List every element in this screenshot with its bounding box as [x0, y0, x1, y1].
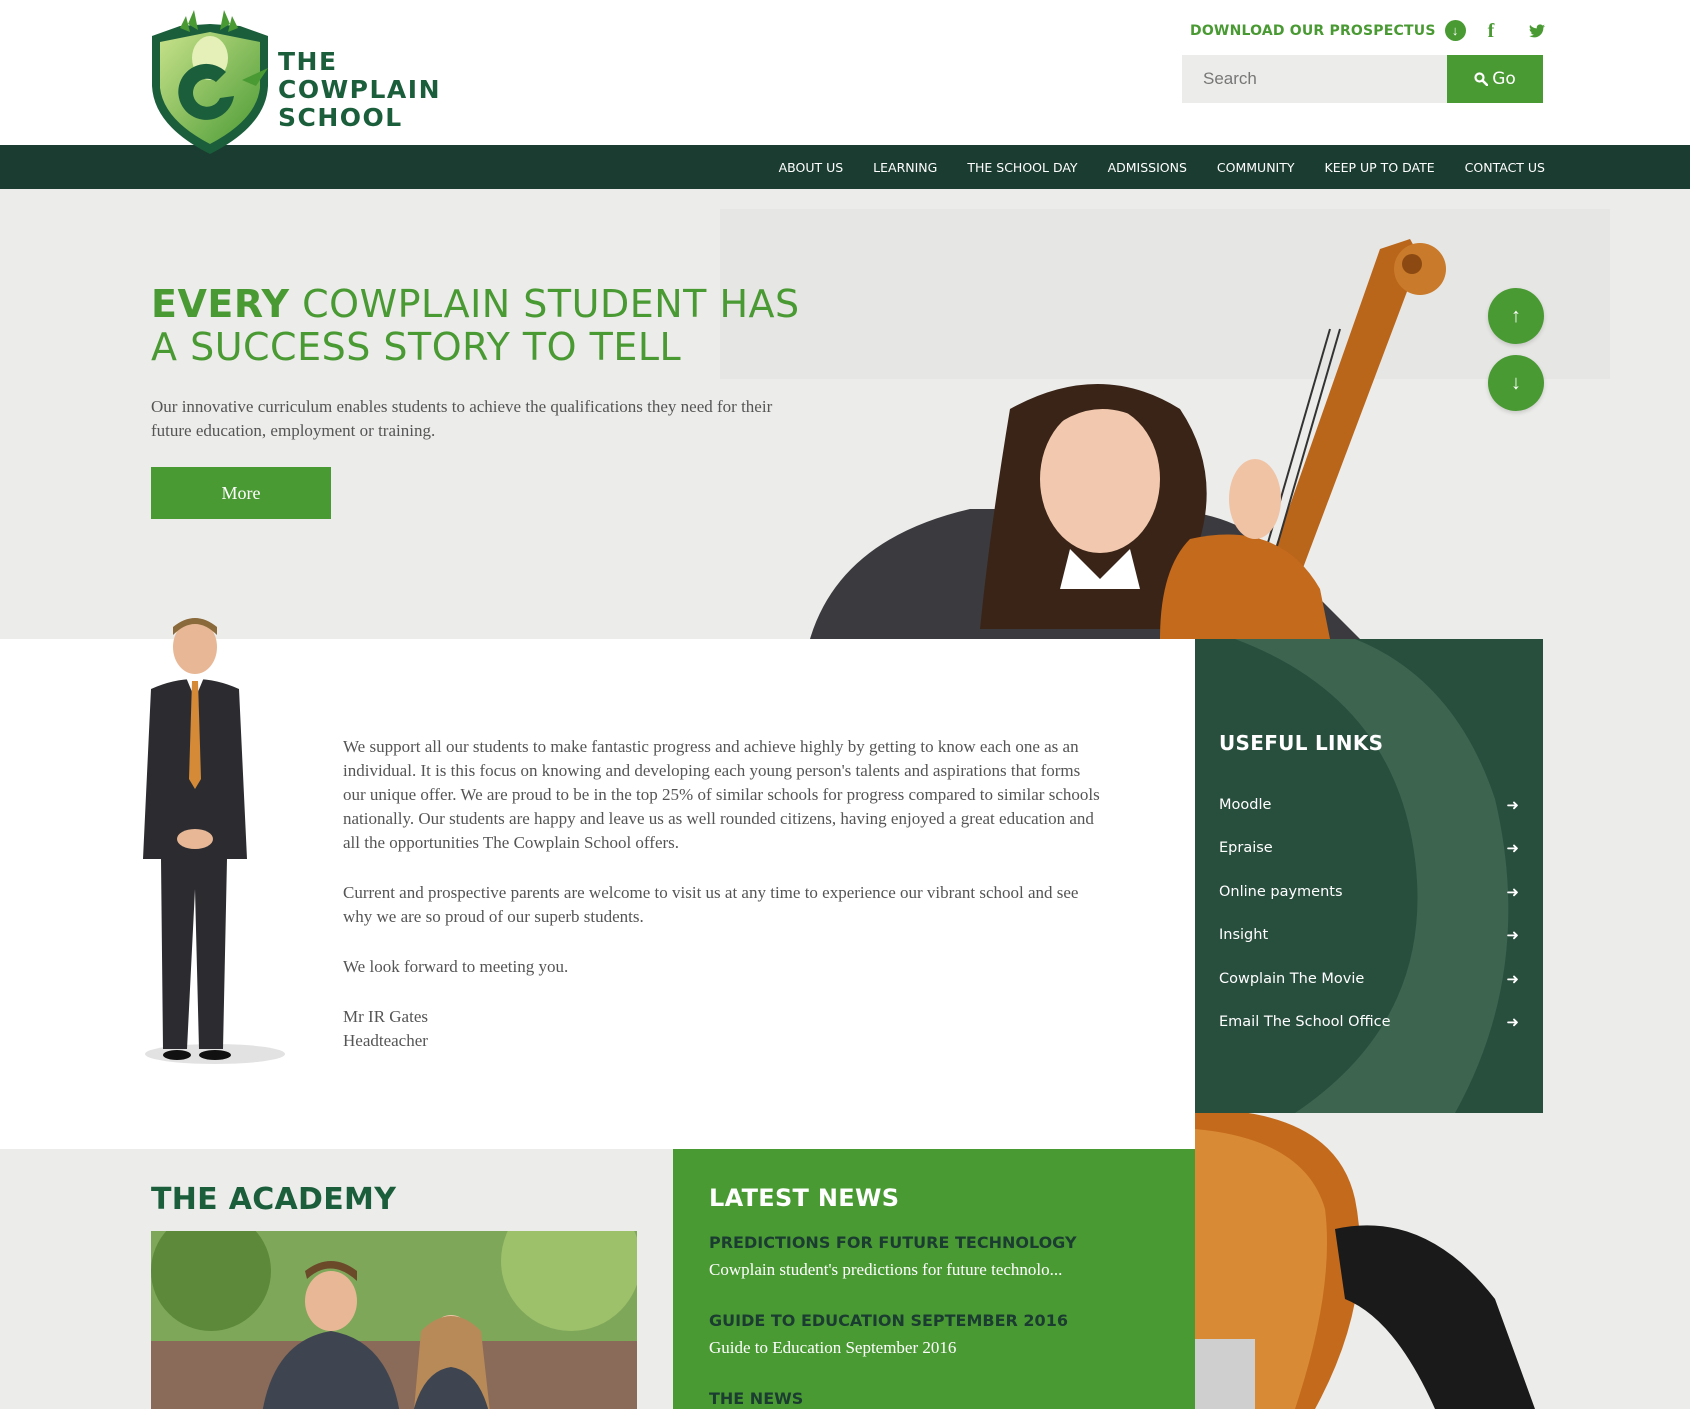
link-label: Email The School Office — [1219, 1014, 1391, 1031]
hero-more-button[interactable]: More — [151, 467, 331, 519]
link-moodle[interactable]: Moodle ➜ — [1219, 783, 1519, 827]
link-insight[interactable]: Insight ➜ — [1219, 914, 1519, 958]
twitter-bird-shape — [1529, 24, 1545, 38]
logo-line-1: THE — [278, 47, 338, 76]
nav-item-admissions[interactable]: ADMISSIONS — [1107, 160, 1188, 175]
slide-down-button[interactable]: ↓ — [1488, 355, 1544, 411]
useful-links-list: Moodle ➜ Epraise ➜ Online payments ➜ Ins… — [1219, 783, 1519, 1044]
facebook-icon[interactable]: f — [1480, 20, 1502, 42]
arrow-down-icon: ↓ — [1444, 20, 1466, 41]
link-online-payments[interactable]: Online payments ➜ — [1219, 870, 1519, 914]
slide-up-button[interactable]: ↑ — [1488, 288, 1544, 344]
nav-item-school-day[interactable]: THE SCHOOL DAY — [966, 160, 1078, 175]
arrow-up-icon: ↑ — [1511, 304, 1521, 327]
useful-links-panel: USEFUL LINKS Moodle ➜ Epraise ➜ Online p… — [1195, 639, 1543, 1113]
nav-item-about-us[interactable]: ABOUT US — [778, 160, 845, 175]
logo-line-2: COWPLAIN — [278, 75, 442, 104]
link-epraise[interactable]: Epraise ➜ — [1219, 827, 1519, 871]
arrow-right-icon: ➜ — [1506, 795, 1519, 814]
signature-name: Mr IR Gates — [343, 1007, 428, 1026]
headteacher-welcome: We support all our students to make fant… — [0, 618, 1195, 1149]
prospectus-label: DOWNLOAD OUR PROSPECTUS — [1190, 22, 1436, 39]
news-summary: Guide to Education September 2016 — [709, 1338, 957, 1357]
nav-item-contact-us[interactable]: CONTACT US — [1464, 160, 1546, 175]
search-icon — [1474, 72, 1489, 86]
news-headline[interactable]: THE NEWS — [709, 1389, 1169, 1408]
logo-line-3: SCHOOL — [278, 103, 403, 132]
news-item[interactable]: PREDICTIONS FOR FUTURE TECHNOLOGY Cowpla… — [709, 1233, 1169, 1280]
nav-item-keep-up-to-date[interactable]: KEEP UP TO DATE — [1324, 160, 1436, 175]
hero-banner: EVERY COWPLAIN STUDENT HAS A SUCCESS STO… — [0, 189, 1690, 639]
arrow-right-icon: ➜ — [1506, 926, 1519, 945]
download-prospectus-link[interactable]: DOWNLOAD OUR PROSPECTUS ↓ — [1190, 20, 1466, 41]
arrow-down-icon: ↓ — [1511, 371, 1521, 394]
nav-item-learning[interactable]: LEARNING — [872, 160, 938, 175]
academy-section: THE ACADEMY — [0, 1149, 673, 1409]
news-headline[interactable]: PREDICTIONS FOR FUTURE TECHNOLOGY — [709, 1233, 1169, 1252]
headteacher-photo — [143, 618, 285, 1064]
hero-headline: EVERY COWPLAIN STUDENT HAS A SUCCESS STO… — [151, 283, 800, 369]
link-label: Epraise — [1219, 840, 1273, 857]
go-label: Go — [1492, 69, 1516, 89]
arrow-right-icon: ➜ — [1506, 882, 1519, 901]
search-go-button[interactable]: Go — [1447, 55, 1543, 103]
school-crest-icon — [152, 10, 268, 154]
nav-item-community[interactable]: COMMUNITY — [1216, 160, 1296, 175]
hero-headline-line-2: A SUCCESS STORY TO TELL — [151, 325, 682, 369]
site-header: THE COWPLAIN SCHOOL DOWNLOAD OUR PROSPEC… — [0, 0, 1690, 154]
welcome-paragraph-3: We look forward to meeting you. — [343, 957, 569, 976]
academy-title[interactable]: THE ACADEMY — [151, 1182, 396, 1217]
hero-student-cello-photo — [720, 209, 1610, 639]
hero-description: Our innovative curriculum enables studen… — [151, 397, 773, 440]
hero-headline-rest: COWPLAIN STUDENT HAS — [302, 282, 800, 326]
twitter-icon[interactable] — [1526, 20, 1548, 42]
link-label: Moodle — [1219, 796, 1272, 813]
link-label: Online payments — [1219, 883, 1343, 900]
arrow-right-icon: ➜ — [1506, 1013, 1519, 1032]
news-item[interactable]: THE NEWS — [709, 1389, 1169, 1408]
arrow-right-icon: ➜ — [1506, 969, 1519, 988]
school-name: THE COWPLAIN SCHOOL — [278, 48, 441, 132]
academy-students-photo[interactable] — [151, 1231, 637, 1409]
news-summary: Cowplain student's predictions for futur… — [709, 1260, 1063, 1279]
link-label: Cowplain The Movie — [1219, 970, 1365, 987]
news-headline[interactable]: GUIDE TO EDUCATION SEPTEMBER 2016 — [709, 1311, 1169, 1330]
useful-links-title: USEFUL LINKS — [1219, 731, 1384, 755]
latest-news-section: LATEST NEWS PREDICTIONS FOR FUTURE TECHN… — [673, 1149, 1195, 1409]
school-logo[interactable]: THE COWPLAIN SCHOOL — [150, 6, 450, 156]
arrow-right-icon: ➜ — [1506, 839, 1519, 858]
link-label: Insight — [1219, 927, 1269, 944]
hero-headline-bold: EVERY — [151, 282, 290, 326]
latest-news-title: LATEST NEWS — [709, 1184, 900, 1212]
link-cowplain-the-movie[interactable]: Cowplain The Movie ➜ — [1219, 957, 1519, 1001]
welcome-paragraph-1: We support all our students to make fant… — [343, 737, 1100, 852]
link-email-school-office[interactable]: Email The School Office ➜ — [1219, 1001, 1519, 1045]
search-input[interactable] — [1182, 55, 1447, 103]
signature-role: Headteacher — [343, 1031, 428, 1050]
news-item[interactable]: GUIDE TO EDUCATION SEPTEMBER 2016 Guide … — [709, 1311, 1169, 1358]
welcome-paragraph-2: Current and prospective parents are welc… — [343, 883, 1079, 926]
welcome-message: We support all our students to make fant… — [343, 735, 1103, 1053]
